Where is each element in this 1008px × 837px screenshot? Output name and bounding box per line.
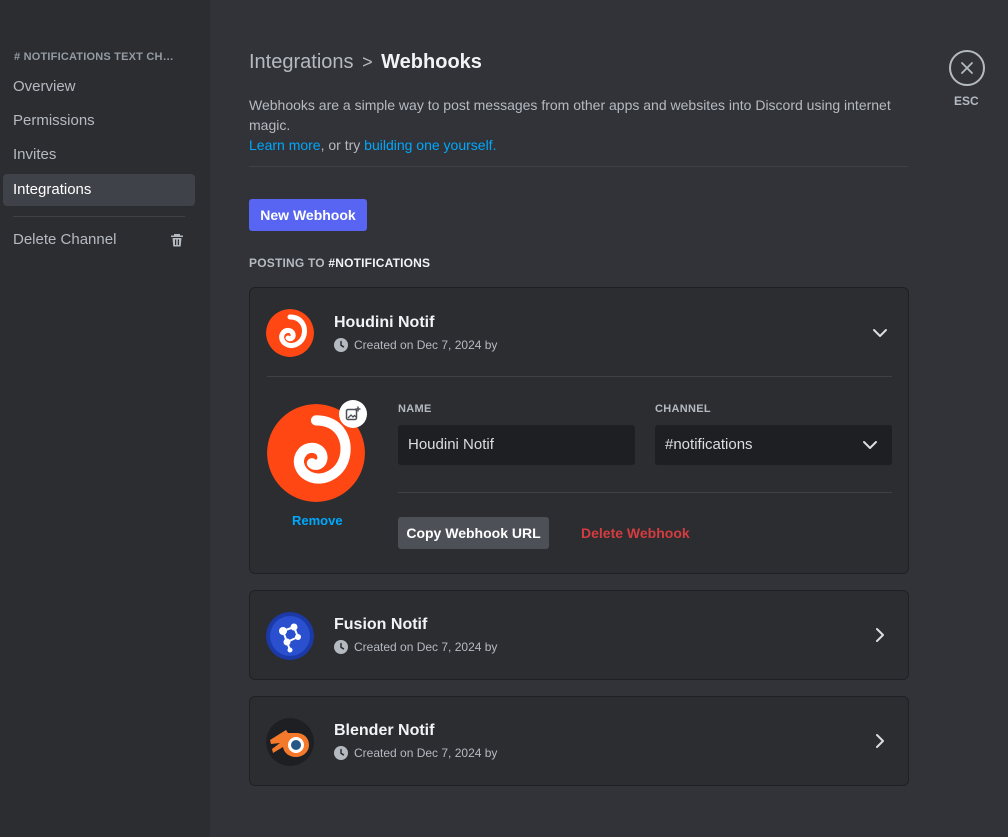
channel-label: CHANNEL [655, 403, 711, 415]
webhook-meta: Created on Dec 7, 2024 by [334, 338, 497, 352]
sidebar-item-integrations[interactable]: Integrations [3, 174, 195, 206]
new-webhook-button[interactable]: New Webhook [249, 199, 367, 231]
clock-icon [334, 746, 348, 760]
posting-to-prefix: POSTING TO [249, 256, 325, 270]
channel-select-value: #notifications [665, 436, 753, 453]
upload-image-button[interactable] [339, 400, 367, 428]
chevron-right-icon[interactable] [870, 625, 890, 645]
close-button[interactable] [949, 50, 985, 86]
fusion-logo-icon [266, 612, 314, 660]
webhook-created-text: Created on Dec 7, 2024 by [354, 746, 498, 760]
webhook-name: Houdini Notif [334, 314, 435, 331]
webhook-card-header[interactable]: Houdini Notif Created on Dec 7, 2024 by [250, 288, 908, 376]
webhook-meta: Created on Dec 7, 2024 by [334, 640, 497, 654]
webhook-meta: Created on Dec 7, 2024 by [334, 746, 497, 760]
sidebar-divider [13, 216, 185, 217]
close-icon [961, 62, 973, 74]
trash-icon [171, 234, 183, 247]
chevron-down-icon [863, 441, 877, 449]
copy-webhook-url-button[interactable]: Copy Webhook URL [398, 517, 549, 549]
webhook-created-text: Created on Dec 7, 2024 by [354, 640, 498, 654]
delete-webhook-button[interactable]: Delete Webhook [581, 517, 690, 549]
webhook-card-blender[interactable]: Blender Notif Created on Dec 7, 2024 by [249, 696, 909, 786]
channel-select[interactable]: #notifications [655, 425, 892, 465]
webhook-name: Fusion Notif [334, 616, 428, 633]
chevron-down-icon[interactable] [870, 323, 890, 343]
webhook-card-fusion[interactable]: Fusion Notif Created on Dec 7, 2024 by [249, 590, 909, 680]
clock-icon [334, 338, 348, 352]
delete-channel-label: Delete Channel [13, 231, 117, 248]
breadcrumb-webhooks: Webhooks [381, 51, 482, 73]
blender-logo-icon [266, 718, 314, 766]
name-label: NAME [398, 403, 432, 415]
houdini-logo-icon [266, 309, 314, 357]
sidebar-channel-header: # NOTIFICATIONS TEXT CH… [14, 51, 174, 63]
page-description: Webhooks are a simple way to post messag… [249, 95, 909, 155]
section-divider [249, 166, 908, 167]
breadcrumb-separator: > [362, 52, 373, 72]
sidebar-item-permissions[interactable]: Permissions [3, 105, 195, 137]
webhook-created-text: Created on Dec 7, 2024 by [354, 338, 498, 352]
build-yourself-link[interactable]: building one yourself. [364, 137, 496, 153]
editor-divider [398, 492, 892, 493]
page-title: Integrations > Webhooks [249, 51, 482, 74]
sidebar-item-overview[interactable]: Overview [3, 71, 195, 103]
remove-avatar-link[interactable]: Remove [292, 513, 343, 528]
learn-more-link[interactable]: Learn more [249, 137, 321, 153]
sidebar-item-invites[interactable]: Invites [3, 139, 195, 171]
delete-channel-button[interactable]: Delete Channel [3, 224, 195, 256]
chevron-right-icon[interactable] [870, 731, 890, 751]
description-text: Webhooks are a simple way to post messag… [249, 97, 891, 133]
webhook-name: Blender Notif [334, 722, 435, 739]
esc-label: ESC [954, 94, 979, 108]
add-image-icon [345, 406, 361, 421]
clock-icon [334, 640, 348, 654]
posting-to-label: POSTING TO #NOTIFICATIONS [249, 256, 430, 270]
webhook-card-houdini: Houdini Notif Created on Dec 7, 2024 by [249, 287, 909, 574]
posting-to-channel: #NOTIFICATIONS [328, 256, 431, 270]
card-divider [267, 376, 892, 377]
webhook-name-input[interactable]: Houdini Notif [398, 425, 635, 465]
breadcrumb-integrations[interactable]: Integrations [249, 51, 354, 73]
or-try-text: , or try [320, 137, 361, 153]
settings-sidebar: # NOTIFICATIONS TEXT CH… Overview Permis… [0, 0, 210, 837]
